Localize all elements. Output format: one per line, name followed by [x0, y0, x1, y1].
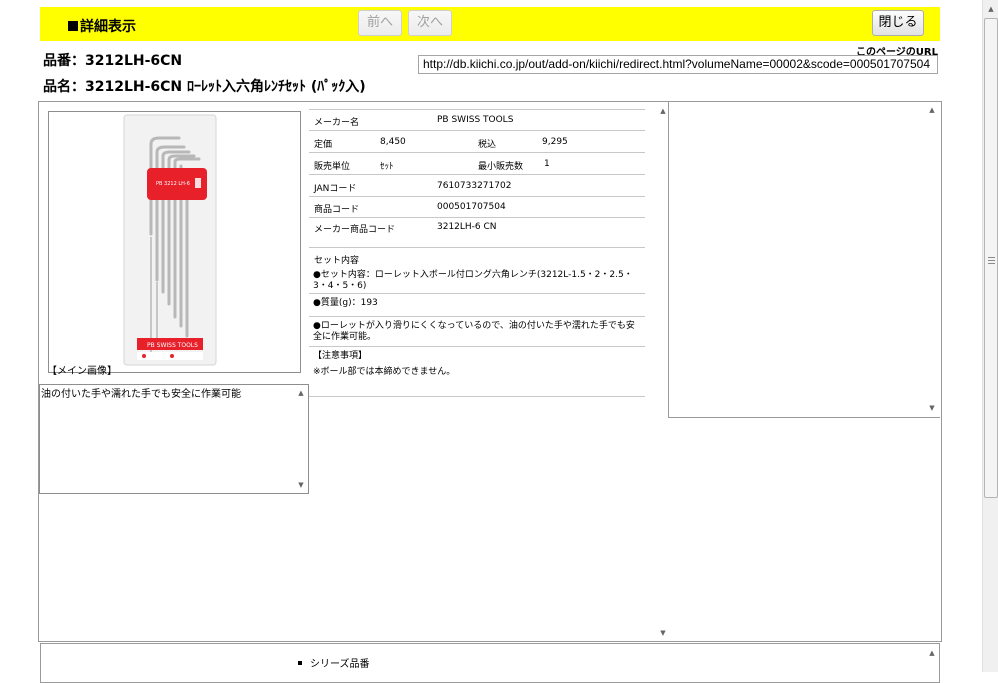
knurl-note: ●ローレットが入り滑りにくくなっているので、油の付いた手や濡れた手でも安全に作業… — [309, 317, 645, 347]
description-box[interactable]: 油の付いた手や濡れた手でも安全に作業可能 ▲ ▼ — [39, 384, 309, 494]
spec-row-jan: JANコード 7610733271702 — [309, 175, 645, 197]
main-image: PB 3212 LH-6 PB SWISS TOOLS — [48, 111, 301, 373]
set-contents-heading: セット内容 — [314, 256, 360, 266]
spec-row-unit: 販売単位 ｾｯﾄ 最小販売数 1 — [309, 153, 645, 175]
description-scrollbar[interactable]: ▲ ▼ — [294, 386, 308, 492]
product-number: 品番：3212LH-6CN — [43, 53, 183, 69]
weight-note: ●質量(g)：193 — [309, 294, 645, 317]
spec-row-price: 定価 8,450 税込 9,295 — [309, 131, 645, 153]
hex-key-set-image: PB 3212 LH-6 PB SWISS TOOLS — [123, 114, 217, 366]
spec-row-maker: メーカー名 PB SWISS TOOLS — [309, 109, 645, 131]
spec-row-maker-code: メーカー商品コード 3212LH-6 CN — [309, 218, 645, 248]
scroll-down-icon[interactable]: ▼ — [925, 401, 939, 415]
caution-text: ※ボール部では本締めできません。 — [313, 367, 456, 377]
side-panel: ▲ ▼ — [668, 101, 940, 418]
header-bar: 詳細表示 前へ 次へ 閉じる — [40, 7, 940, 41]
scroll-up-icon[interactable]: ▲ — [984, 2, 998, 16]
svg-text:PB 3212 LH-6: PB 3212 LH-6 — [156, 181, 190, 187]
page-title: 詳細表示 — [68, 16, 136, 36]
spec-table: メーカー名 PB SWISS TOOLS 定価 8,450 税込 9,295 販… — [309, 109, 645, 397]
series-scrollbar[interactable]: ▲ — [925, 646, 939, 682]
page-url-field[interactable]: http://db.kiichi.co.jp/out/add-on/kiichi… — [418, 55, 938, 74]
series-panel: シリーズ品番 ▲ — [40, 643, 940, 683]
scroll-up-icon[interactable]: ▲ — [925, 646, 939, 660]
caution-label: 【注意事項】 — [313, 351, 368, 361]
caution-block: 【注意事項】 ※ボール部では本締めできません。 — [309, 347, 645, 397]
scroll-down-icon[interactable]: ▼ — [294, 478, 308, 492]
image-caption: 【メイン画像】 — [47, 366, 117, 377]
window-scrollbar[interactable]: ▲ — [982, 0, 998, 672]
product-name: 品名：3212LH-6CN ﾛｰﾚｯﾄ入六角ﾚﾝﾁｾｯﾄ (ﾊﾟｯｸ入) — [43, 79, 366, 95]
scroll-down-icon[interactable]: ▼ — [656, 626, 670, 640]
next-button[interactable]: 次へ — [408, 10, 452, 36]
close-button[interactable]: 閉じる — [872, 10, 924, 36]
package-brand: PB SWISS TOOLS — [147, 342, 198, 349]
description-text: 油の付いた手や濡れた手でも安全に作業可能 — [41, 389, 241, 400]
series-label: シリーズ品番 — [298, 655, 370, 670]
scroll-up-icon[interactable]: ▲ — [294, 386, 308, 400]
set-note: ●セット内容：ローレット入ボール付ロング六角レンチ(3212L-1.5・2・2.… — [309, 270, 645, 294]
bullet-icon — [298, 661, 302, 665]
scroll-up-icon[interactable]: ▲ — [925, 103, 939, 117]
spec-row-code: 商品コード 000501707504 — [309, 197, 645, 218]
side-scrollbar[interactable]: ▲ ▼ — [925, 103, 939, 415]
prev-button[interactable]: 前へ — [358, 10, 402, 36]
square-icon — [68, 21, 78, 31]
scrollbar-thumb[interactable] — [984, 18, 998, 498]
